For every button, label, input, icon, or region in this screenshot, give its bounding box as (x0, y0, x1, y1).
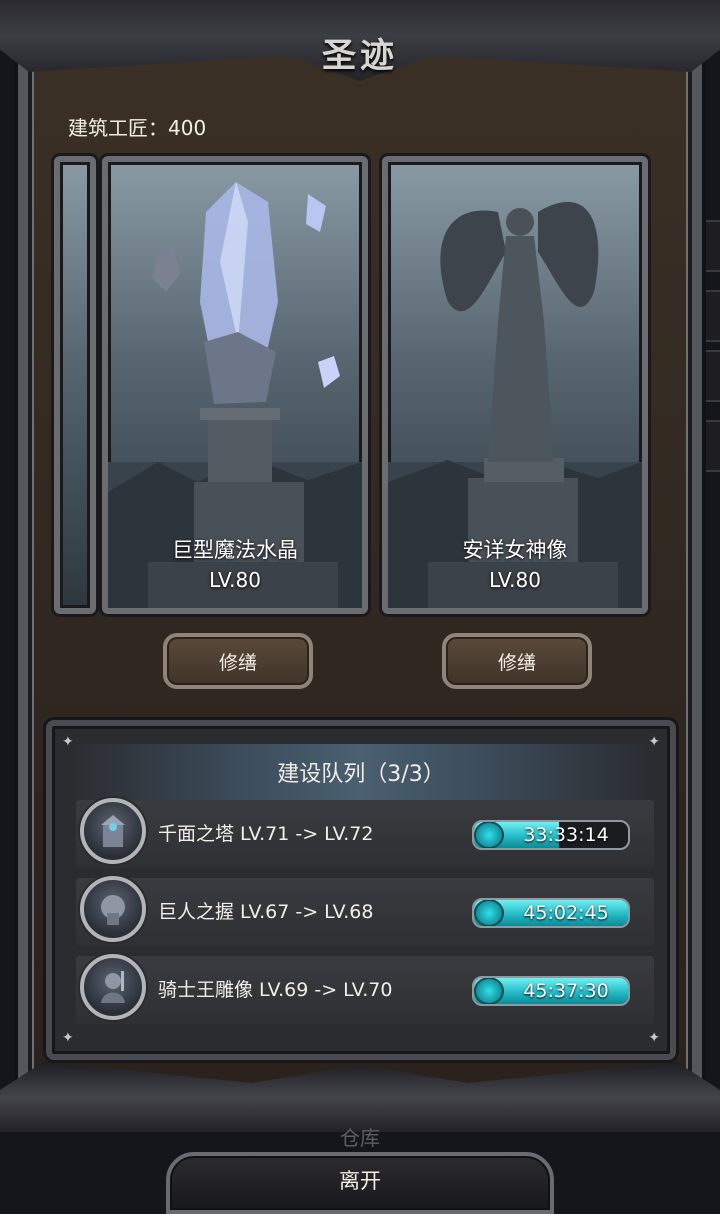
timer-text: 33:33:14 (523, 824, 609, 846)
queue-item-text: 巨人之握 LV.67 -> LV.68 (158, 901, 374, 923)
sparkle-icon: ✦ (648, 1030, 660, 1046)
building-name: 巨型魔法水晶 (172, 538, 298, 562)
building-card-crystal[interactable]: 巨型魔法水晶 LV.80 (102, 156, 368, 614)
queue-item[interactable]: 千面之塔 LV.71 -> LV.72 33:33:14 (76, 798, 654, 868)
timer-text: 45:37:30 (523, 980, 609, 1002)
sparkle-icon: ✦ (62, 1030, 74, 1046)
repair-button-statue[interactable]: 修缮 (442, 633, 592, 689)
building-card-statue[interactable]: 安详女神像 LV.80 (382, 156, 648, 614)
giant-hand-icon (80, 876, 146, 942)
queue-timer[interactable]: 45:37:30 (472, 976, 630, 1006)
warehouse-label: 仓库 (340, 1126, 380, 1150)
knight-statue-icon (80, 954, 146, 1020)
queue-timer[interactable]: 45:02:45 (472, 898, 630, 928)
queue-item-text: 千面之塔 LV.71 -> LV.72 (158, 823, 374, 845)
clock-icon (474, 900, 504, 926)
building-level: LV.80 (209, 568, 261, 592)
queue-timer[interactable]: 33:33:14 (472, 820, 630, 850)
tower-icon (80, 798, 146, 864)
building-card-partial[interactable] (54, 156, 96, 614)
queue-title: 建设队列（3/3） (70, 744, 652, 800)
queue-item[interactable]: 巨人之握 LV.67 -> LV.68 45:02:45 (76, 876, 654, 946)
building-level: LV.80 (489, 568, 541, 592)
queue-item-text: 骑士王雕像 LV.69 -> LV.70 (158, 979, 393, 1001)
clock-icon (474, 822, 504, 848)
queue-item[interactable]: 骑士王雕像 LV.69 -> LV.70 45:37:30 (76, 954, 654, 1024)
construction-queue-panel: ✦ ✦ ✦ ✦ 建设队列（3/3） 千面之塔 LV.71 -> LV.72 33… (46, 720, 676, 1060)
builders-count: 建筑工匠：400 (68, 116, 207, 140)
leave-button[interactable]: 离开 (166, 1152, 554, 1214)
repair-button-crystal[interactable]: 修缮 (163, 633, 313, 689)
building-name: 安详女神像 (462, 538, 568, 562)
clock-icon (474, 978, 504, 1004)
dialog-title: 圣迹 (322, 36, 398, 76)
timer-text: 45:02:45 (523, 902, 609, 924)
